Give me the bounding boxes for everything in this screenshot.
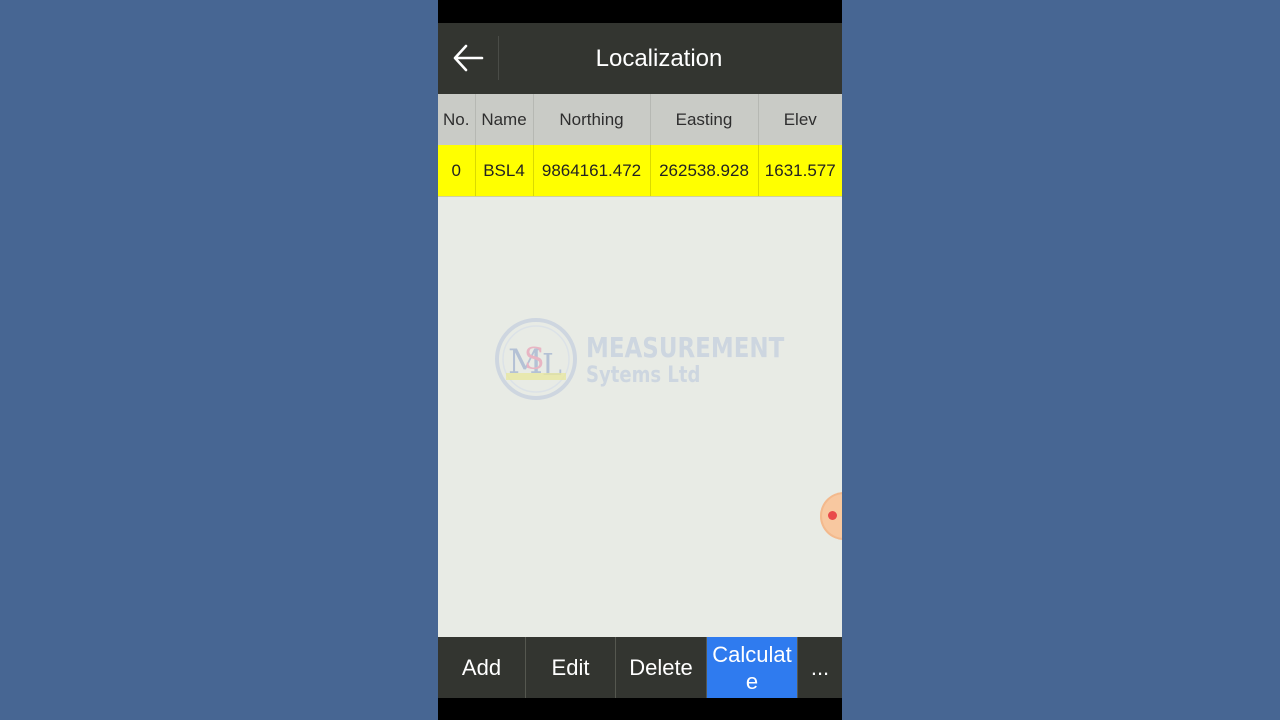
floating-assist-button[interactable] xyxy=(820,492,842,540)
table-header-row: No. Name Northing Easting Elev xyxy=(438,94,842,145)
calculate-button[interactable]: Calculate xyxy=(707,637,798,698)
localization-table: No. Name Northing Easting Elev 0 BSL4 98… xyxy=(438,94,842,197)
column-header-name[interactable]: Name xyxy=(475,94,534,145)
app-bar: Localization xyxy=(438,23,842,94)
cell-no: 0 xyxy=(438,145,476,197)
delete-button[interactable]: Delete xyxy=(616,637,707,698)
cell-elev: 1631.577 xyxy=(758,145,842,197)
cell-name: BSL4 xyxy=(475,145,534,197)
more-button[interactable]: ... xyxy=(798,637,842,698)
main-content: No. Name Northing Easting Elev 0 BSL4 98… xyxy=(438,94,842,637)
back-button[interactable] xyxy=(446,36,490,80)
bottom-toolbar: Add Edit Delete Calculate ... xyxy=(438,637,842,698)
column-header-easting[interactable]: Easting xyxy=(650,94,759,145)
column-header-no[interactable]: No. xyxy=(438,94,476,145)
arrow-left-icon xyxy=(453,44,484,72)
watermark-line2: Sytems Ltd xyxy=(586,363,701,388)
phone-frame: Localization No. Name Northing Easting E… xyxy=(438,0,842,720)
table-row[interactable]: 0 BSL4 9864161.472 262538.928 1631.577 xyxy=(438,145,842,197)
cell-northing: 9864161.472 xyxy=(533,145,651,197)
column-header-elev[interactable]: Elev xyxy=(758,94,842,145)
cell-easting: 262538.928 xyxy=(650,145,759,197)
app-bar-divider xyxy=(498,36,499,80)
page-title: Localization xyxy=(595,44,723,72)
company-logo: M S L xyxy=(495,318,577,400)
edit-button[interactable]: Edit xyxy=(526,637,616,698)
watermark-line1: MEASUREMENT xyxy=(586,331,785,364)
add-button[interactable]: Add xyxy=(438,637,526,698)
column-header-northing[interactable]: Northing xyxy=(533,94,651,145)
watermark: M S L MEASUREMENT Sytems Ltd xyxy=(494,317,794,407)
